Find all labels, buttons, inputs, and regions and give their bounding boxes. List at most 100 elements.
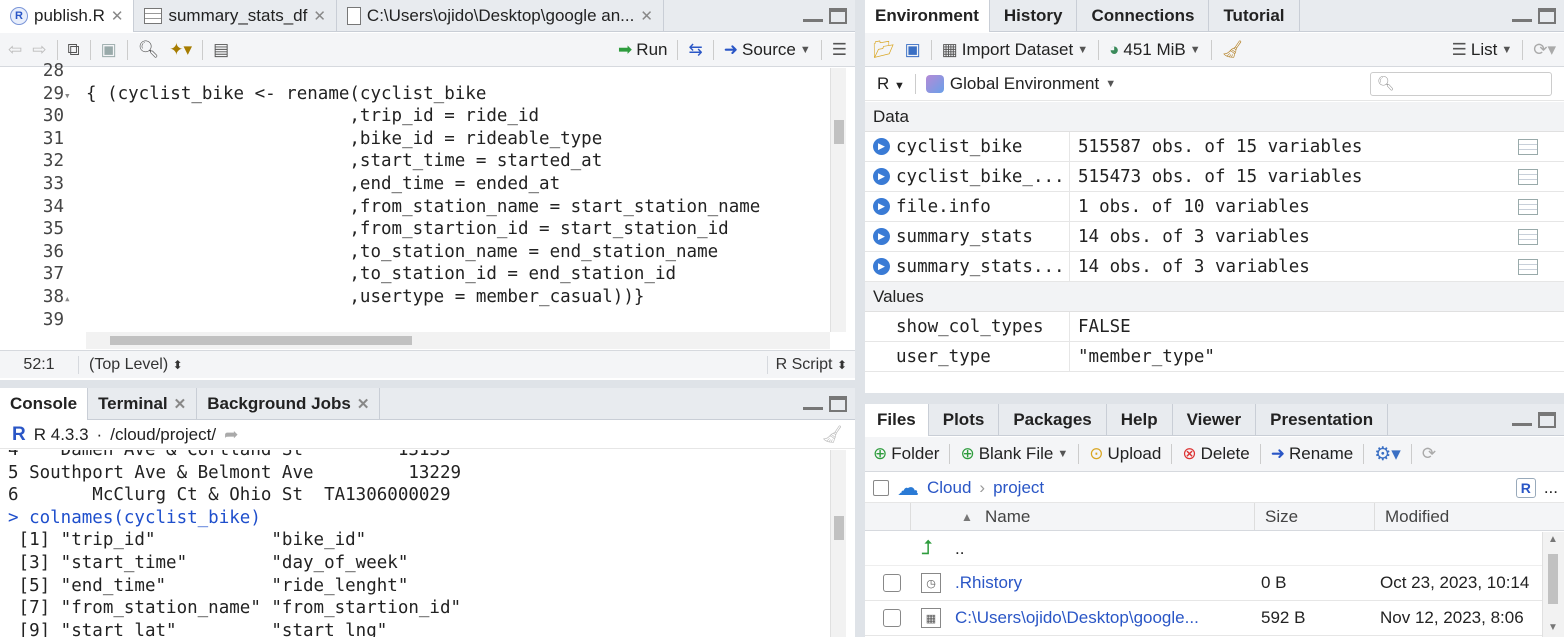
tab-terminal[interactable]: Terminal ✕ bbox=[88, 388, 198, 420]
show-in-window-icon[interactable]: ⧉ bbox=[68, 40, 80, 60]
minimize-icon[interactable] bbox=[803, 396, 823, 410]
gear-icon[interactable]: ⚙▾ bbox=[1374, 443, 1401, 466]
tab-viewer[interactable]: Viewer bbox=[1173, 404, 1257, 436]
outline-icon[interactable]: ☰ bbox=[832, 40, 847, 60]
table-view-icon[interactable] bbox=[1518, 198, 1538, 215]
code-area[interactable]: 28 29▾{ (cyclist_bike <- rename(cyclist_b… bbox=[0, 60, 830, 332]
value-row[interactable]: user_type "member_type" bbox=[865, 342, 1564, 372]
file-checkbox[interactable] bbox=[883, 574, 901, 592]
file-row[interactable]: ◷ .Rhistory 0 B Oct 23, 2023, 10:14 bbox=[865, 566, 1542, 601]
tab-console[interactable]: Console bbox=[0, 388, 89, 420]
rerun-icon[interactable]: ⇆ bbox=[688, 40, 702, 60]
tab-history[interactable]: History bbox=[990, 0, 1078, 32]
delete-button[interactable]: ⊗ Delete bbox=[1182, 444, 1249, 464]
search-input[interactable] bbox=[1398, 75, 1551, 92]
file-name-link[interactable]: .Rhistory bbox=[955, 573, 1022, 593]
tab-background-jobs[interactable]: Background Jobs ✕ bbox=[197, 388, 381, 420]
tab-packages[interactable]: Packages bbox=[999, 404, 1107, 436]
working-directory[interactable]: /cloud/project/ bbox=[110, 425, 216, 445]
save-icon[interactable]: ▣ bbox=[905, 40, 921, 60]
r-project-icon[interactable]: R bbox=[1515, 477, 1536, 498]
scope-selector[interactable]: (Top Level) ⬍ bbox=[78, 355, 767, 374]
editor-vertical-scrollbar[interactable] bbox=[830, 68, 846, 332]
open-folder-icon[interactable]: 📂︎ bbox=[873, 40, 895, 60]
expand-icon[interactable]: ▶ bbox=[873, 228, 890, 245]
breadcrumb-cloud[interactable]: Cloud bbox=[927, 478, 971, 498]
scrollbar-thumb[interactable] bbox=[110, 336, 412, 345]
minimize-icon[interactable] bbox=[1512, 8, 1532, 22]
scroll-up-icon[interactable]: ▲ bbox=[1548, 534, 1558, 545]
parent-directory-link[interactable]: .. bbox=[955, 539, 964, 559]
language-selector[interactable]: R ▼ bbox=[877, 74, 905, 94]
broom-icon[interactable]: 🧹︎ bbox=[1222, 40, 1244, 60]
tab-files[interactable]: Files bbox=[865, 404, 929, 436]
scrollbar-thumb[interactable] bbox=[834, 120, 844, 144]
close-icon[interactable]: ✕ bbox=[640, 7, 653, 25]
file-name-link[interactable]: C:\Users\ojido\Desktop\google... bbox=[955, 608, 1199, 628]
scrollbar-thumb[interactable] bbox=[834, 516, 844, 540]
table-view-icon[interactable] bbox=[1518, 228, 1538, 245]
scroll-down-icon[interactable]: ▼ bbox=[1548, 622, 1558, 633]
blank-file-button[interactable]: ⊕ Blank File ▼ bbox=[960, 444, 1068, 464]
search-icon[interactable]: 🔍︎ bbox=[138, 40, 160, 60]
expand-icon[interactable]: ▶ bbox=[873, 198, 890, 215]
table-view-icon[interactable] bbox=[1518, 138, 1538, 155]
console-output[interactable]: 4 Damen Ave & Cortland St 13133 5 Southpo… bbox=[0, 450, 830, 637]
memory-usage-button[interactable]: ◕ 451 MiB ▼ bbox=[1109, 40, 1201, 60]
save-icon[interactable]: ▣ bbox=[101, 40, 117, 60]
file-checkbox[interactable] bbox=[883, 609, 901, 627]
data-row[interactable]: ▶ cyclist_bike 515587 obs. of 15 variables bbox=[865, 132, 1564, 162]
sort-modified-column[interactable]: Modified bbox=[1375, 507, 1449, 527]
sort-name-column[interactable]: ▲ Name bbox=[911, 503, 1255, 530]
rename-button[interactable]: ➜ Rename bbox=[1271, 444, 1354, 464]
value-row[interactable]: show_col_types FALSE bbox=[865, 312, 1564, 342]
close-icon[interactable]: ✕ bbox=[174, 395, 187, 413]
clear-console-icon[interactable]: 🧹︎ bbox=[821, 425, 843, 445]
view-mode-selector[interactable]: ☰ List ▼ bbox=[1452, 40, 1513, 60]
back-arrow-icon[interactable]: ⇦ bbox=[8, 40, 22, 60]
file-type-selector[interactable]: R Script ⬍ bbox=[766, 355, 855, 374]
files-vertical-scrollbar[interactable]: ▲ ▼ bbox=[1542, 532, 1564, 637]
minimize-icon[interactable] bbox=[1512, 412, 1532, 426]
tab-help[interactable]: Help bbox=[1107, 404, 1173, 436]
expand-icon[interactable]: ▶ bbox=[873, 168, 890, 185]
file-row[interactable]: ▦ C:\Users\ojido\Desktop\google... 592 B No… bbox=[865, 601, 1542, 636]
editor-horizontal-scrollbar[interactable] bbox=[86, 332, 830, 349]
parent-directory-row[interactable]: ⮥ .. bbox=[865, 532, 1544, 566]
import-dataset-button[interactable]: ▦ Import Dataset ▼ bbox=[942, 40, 1088, 60]
sort-size-column[interactable]: Size bbox=[1255, 503, 1375, 530]
data-row[interactable]: ▶ summary_stats... 14 obs. of 3 variables bbox=[865, 252, 1564, 282]
maximize-icon[interactable] bbox=[829, 396, 847, 412]
data-row[interactable]: ▶ summary_stats 14 obs. of 3 variables bbox=[865, 222, 1564, 252]
maximize-icon[interactable] bbox=[1538, 8, 1556, 24]
tab-publish-r[interactable]: R publish.R ✕ bbox=[0, 0, 135, 32]
run-button[interactable]: ➡ Run bbox=[618, 40, 667, 60]
magic-wand-icon[interactable]: ✦▾ bbox=[169, 40, 192, 60]
search-box[interactable]: 🔍︎ bbox=[1370, 71, 1552, 96]
tab-presentation[interactable]: Presentation bbox=[1256, 404, 1389, 436]
new-folder-button[interactable]: ⊕ Folder bbox=[873, 444, 939, 464]
expand-icon[interactable]: ▶ bbox=[873, 138, 890, 155]
data-row[interactable]: ▶ file.info 1 obs. of 10 variables bbox=[865, 192, 1564, 222]
tab-summary-stats-df[interactable]: summary_stats_df ✕ bbox=[134, 0, 337, 32]
more-icon[interactable]: ... bbox=[1544, 478, 1558, 498]
refresh-icon[interactable]: ⟳ bbox=[1422, 444, 1436, 464]
minimize-icon[interactable] bbox=[803, 8, 823, 22]
tab-plots[interactable]: Plots bbox=[929, 404, 1000, 436]
tab-environment[interactable]: Environment bbox=[865, 0, 990, 32]
table-view-icon[interactable] bbox=[1518, 258, 1538, 275]
fold-toggle-icon[interactable]: ▾ bbox=[64, 85, 86, 108]
upload-button[interactable]: ⊙ Upload bbox=[1089, 444, 1161, 464]
source-button[interactable]: ➜ Source ▼ bbox=[724, 40, 811, 60]
close-icon[interactable]: ✕ bbox=[111, 7, 124, 25]
refresh-icon[interactable]: ⟳▾ bbox=[1533, 40, 1556, 60]
maximize-icon[interactable] bbox=[829, 8, 847, 24]
breadcrumb-project[interactable]: project bbox=[993, 478, 1044, 498]
forward-arrow-icon[interactable]: ⇨ bbox=[32, 40, 46, 60]
console-vertical-scrollbar[interactable] bbox=[830, 450, 846, 637]
close-icon[interactable]: ✕ bbox=[357, 395, 370, 413]
data-row[interactable]: ▶ cyclist_bike_... 515473 obs. of 15 varia… bbox=[865, 162, 1564, 192]
table-view-icon[interactable] bbox=[1518, 168, 1538, 185]
scope-selector[interactable]: Global Environment ▼ bbox=[925, 74, 1116, 94]
expand-icon[interactable]: ▶ bbox=[873, 258, 890, 275]
